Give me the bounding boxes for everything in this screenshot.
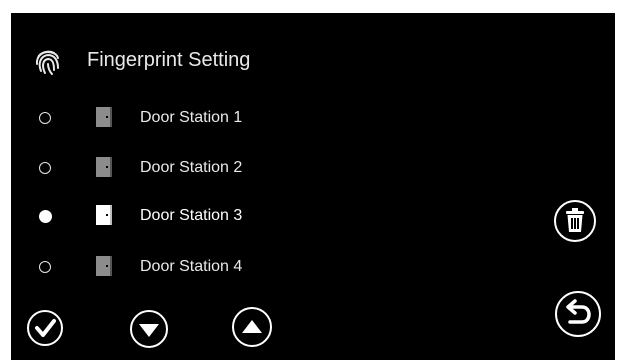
back-button[interactable] xyxy=(553,289,603,339)
door-icon xyxy=(96,107,112,127)
arrow-up-icon xyxy=(242,320,262,333)
station-row-3[interactable]: Door Station 3 xyxy=(11,201,341,235)
door-icon xyxy=(96,157,112,177)
delete-button[interactable] xyxy=(553,199,597,243)
scroll-down-button[interactable] xyxy=(127,309,171,349)
confirm-button[interactable] xyxy=(26,309,64,347)
page-title: Fingerprint Setting xyxy=(87,49,251,71)
device-panel: Fingerprint Setting Door Station 1 Door … xyxy=(11,13,615,360)
door-icon xyxy=(96,205,112,225)
scroll-up-button[interactable] xyxy=(229,306,275,348)
station-label: Door Station 1 xyxy=(140,109,243,126)
fingerprint-icon xyxy=(35,50,59,75)
screen: Fingerprint Setting Door Station 1 Door … xyxy=(0,0,626,360)
check-icon xyxy=(35,319,56,337)
station-label: Door Station 2 xyxy=(140,159,243,176)
station-label: Door Station 3 xyxy=(140,207,243,224)
return-icon xyxy=(566,299,591,324)
arrow-down-icon xyxy=(139,324,159,337)
radio-button[interactable] xyxy=(39,112,51,124)
trash-icon xyxy=(566,208,584,232)
station-row-2[interactable]: Door Station 2 xyxy=(11,153,341,187)
radio-button[interactable] xyxy=(39,261,51,273)
station-row-1[interactable]: Door Station 1 xyxy=(11,103,341,137)
door-icon xyxy=(96,256,112,276)
station-row-4[interactable]: Door Station 4 xyxy=(11,252,341,286)
radio-button[interactable] xyxy=(39,162,51,174)
radio-button-selected[interactable] xyxy=(39,210,52,223)
station-label: Door Station 4 xyxy=(140,258,243,275)
